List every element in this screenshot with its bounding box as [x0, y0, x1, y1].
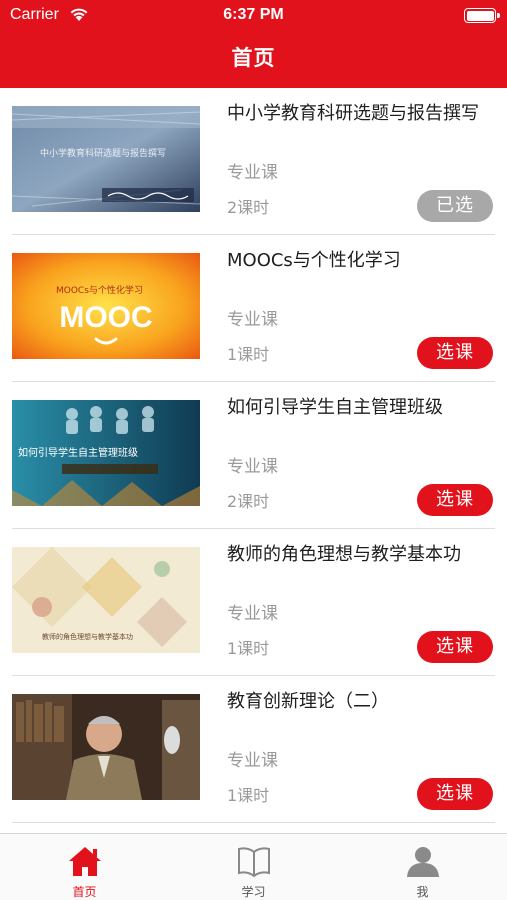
course-thumbnail[interactable]: MOOCs与个性化学习 MOOC	[12, 253, 200, 359]
select-course-button[interactable]: 选课	[417, 778, 493, 810]
course-item[interactable]: 教师的角色理想与教学基本功 教师的角色理想与教学基本功 专业课 1课时 选课	[0, 529, 507, 676]
course-type: 专业课	[227, 163, 278, 183]
tab-study[interactable]: 学习	[169, 834, 338, 900]
tab-label: 我	[416, 885, 429, 899]
course-thumbnail[interactable]: 中小学教育科研选题与报告撰写	[12, 106, 200, 212]
course-item[interactable]: 教育创新理论（二） 专业课 1课时 选课	[0, 676, 507, 823]
course-hours: 1课时	[227, 345, 270, 364]
selected-button[interactable]: 已选	[417, 190, 493, 222]
course-title: 中小学教育科研选题与报告撰写	[227, 103, 479, 124]
course-hours: 1课时	[227, 786, 270, 805]
course-title: 教师的角色理想与教学基本功	[227, 544, 461, 565]
status-bar: Carrier 6:37 PM	[0, 0, 507, 30]
select-course-button[interactable]: 选课	[417, 337, 493, 369]
thumbnail-caption: 如何引导学生自主管理班级	[18, 446, 138, 459]
tab-me[interactable]: 我	[338, 834, 507, 900]
course-hours: 2课时	[227, 492, 270, 511]
app-header: Carrier 6:37 PM 首页	[0, 0, 507, 88]
course-thumbnail[interactable]	[12, 694, 200, 800]
battery-icon	[464, 8, 500, 23]
select-course-button[interactable]: 选课	[417, 631, 493, 663]
divider	[12, 822, 495, 823]
course-type: 专业课	[227, 310, 278, 330]
home-icon	[69, 847, 101, 876]
tab-bar: 首页 学习 我	[0, 833, 507, 900]
select-course-button[interactable]: 选课	[417, 484, 493, 516]
thumbnail-caption: 教师的角色理想与教学基本功	[42, 632, 133, 641]
thumbnail-caption: 中小学教育科研选题与报告撰写	[40, 147, 166, 159]
course-title: MOOCs与个性化学习	[227, 250, 401, 271]
course-item[interactable]: MOOCs与个性化学习 MOOC MOOCs与个性化学习 专业课 1课时 选课	[0, 235, 507, 382]
course-title: 如何引导学生自主管理班级	[227, 397, 443, 418]
course-thumbnail[interactable]: 教师的角色理想与教学基本功	[12, 547, 200, 653]
thumbnail-logo: MOOC	[59, 301, 152, 334]
course-hours: 2课时	[227, 198, 270, 217]
page-title: 首页	[231, 46, 276, 70]
tab-home[interactable]: 首页	[0, 834, 169, 900]
book-icon	[238, 847, 270, 878]
course-item[interactable]: 如何引导学生自主管理班级 如何引导学生自主管理班级 专业课 2课时 选课	[0, 382, 507, 529]
course-item[interactable]: 中小学教育科研选题与报告撰写 中小学教育科研选题与报告撰写 专业课 2课时 已选	[0, 88, 507, 235]
person-icon	[407, 847, 439, 877]
tab-label: 首页	[72, 885, 97, 899]
thumbnail-caption: MOOCs与个性化学习	[56, 284, 143, 296]
course-title: 教育创新理论（二）	[227, 691, 389, 712]
course-hours: 1课时	[227, 639, 270, 658]
course-thumbnail[interactable]: 如何引导学生自主管理班级	[12, 400, 200, 506]
course-type: 专业课	[227, 457, 278, 477]
course-type: 专业课	[227, 751, 278, 771]
clock: 6:37 PM	[223, 6, 284, 23]
course-type: 专业课	[227, 604, 278, 624]
tab-label: 学习	[241, 885, 266, 899]
